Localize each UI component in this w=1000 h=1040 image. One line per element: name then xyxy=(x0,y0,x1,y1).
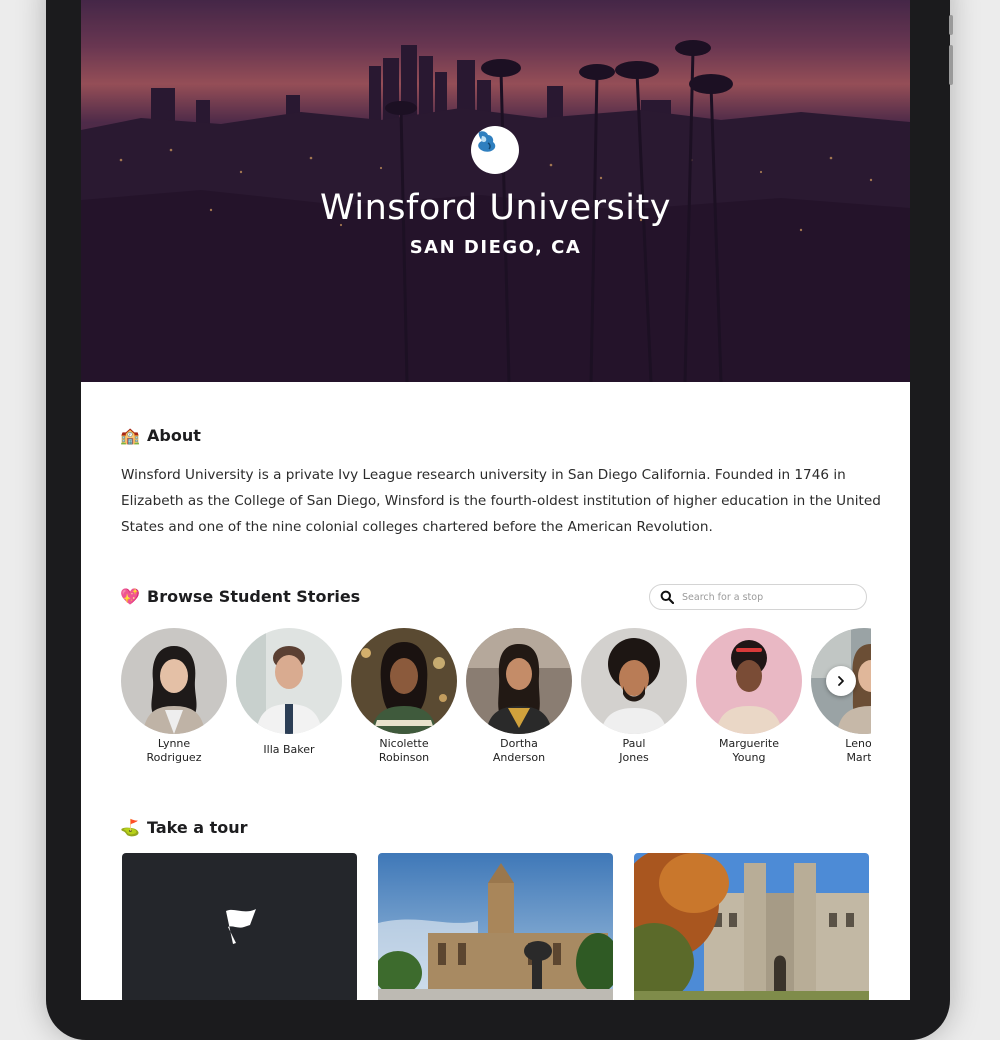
student-story-item[interactable]: Dortha Anderson xyxy=(466,628,572,765)
student-name: LenoreMartin xyxy=(845,737,871,764)
search-box[interactable] xyxy=(649,584,867,610)
griffin-logo-icon xyxy=(478,131,496,152)
tour-heading: ⛳ Take a tour xyxy=(120,818,248,837)
school-icon: 🏫 xyxy=(120,426,140,445)
golf-flag-icon: ⛳ xyxy=(120,818,140,837)
student-story-item[interactable]: LenoreMartin xyxy=(811,628,871,765)
chevron-right-icon xyxy=(838,676,844,686)
university-location: SAN DIEGO, CA xyxy=(409,237,582,258)
device-volume-button xyxy=(949,45,953,85)
app-screen: Winsford University SAN DIEGO, CA 🏫 Abou… xyxy=(81,0,910,1000)
university-logo xyxy=(471,126,519,174)
student-avatar[interactable] xyxy=(236,628,342,734)
student-avatar[interactable] xyxy=(581,628,687,734)
student-avatar[interactable] xyxy=(121,628,227,734)
about-description: Winsford University is a private Ivy Lea… xyxy=(121,467,881,535)
student-name: Marguerite Young xyxy=(719,737,779,764)
student-story-item[interactable]: Marguerite Young xyxy=(696,628,802,765)
hero-banner: Winsford University SAN DIEGO, CA xyxy=(81,0,910,382)
student-story-item[interactable]: Lynne Rodriguez xyxy=(121,628,227,765)
about-heading: 🏫 About xyxy=(120,426,201,445)
student-avatar[interactable] xyxy=(351,628,457,734)
university-title: Winsford University xyxy=(320,188,671,228)
student-name: Nicolette Robinson xyxy=(378,737,430,764)
carousel-next-button[interactable] xyxy=(826,666,856,696)
student-name: Illa Baker xyxy=(263,743,315,756)
tour-card-hall[interactable] xyxy=(634,853,869,1000)
student-name: Dortha Anderson xyxy=(492,737,546,764)
stories-heading-label: Browse Student Stories xyxy=(147,587,361,606)
student-name: Paul Jones xyxy=(619,737,649,764)
student-stories-carousel: Lynne Rodriguez Illa Baker Nicolette Robin… xyxy=(121,628,871,778)
campus-photo xyxy=(378,853,613,1000)
student-avatar[interactable] xyxy=(466,628,572,734)
tour-card-start[interactable] xyxy=(122,853,357,1000)
student-avatar[interactable] xyxy=(696,628,802,734)
device-side-button xyxy=(949,15,953,35)
about-heading-label: About xyxy=(147,426,201,445)
flag-icon xyxy=(226,909,256,944)
tour-heading-label: Take a tour xyxy=(147,818,248,837)
student-story-item[interactable]: Nicolette Robinson xyxy=(351,628,457,765)
search-icon xyxy=(660,590,674,604)
heart-icon: 💖 xyxy=(120,587,140,606)
student-story-item[interactable]: Paul Jones xyxy=(581,628,687,765)
student-name: Lynne Rodriguez xyxy=(146,737,202,764)
search-input[interactable] xyxy=(680,590,854,604)
campus-photo xyxy=(634,853,869,1000)
tour-card-chapel[interactable] xyxy=(378,853,613,1000)
stories-heading: 💖 Browse Student Stories xyxy=(120,587,361,606)
student-story-item[interactable]: Illa Baker xyxy=(236,628,342,757)
